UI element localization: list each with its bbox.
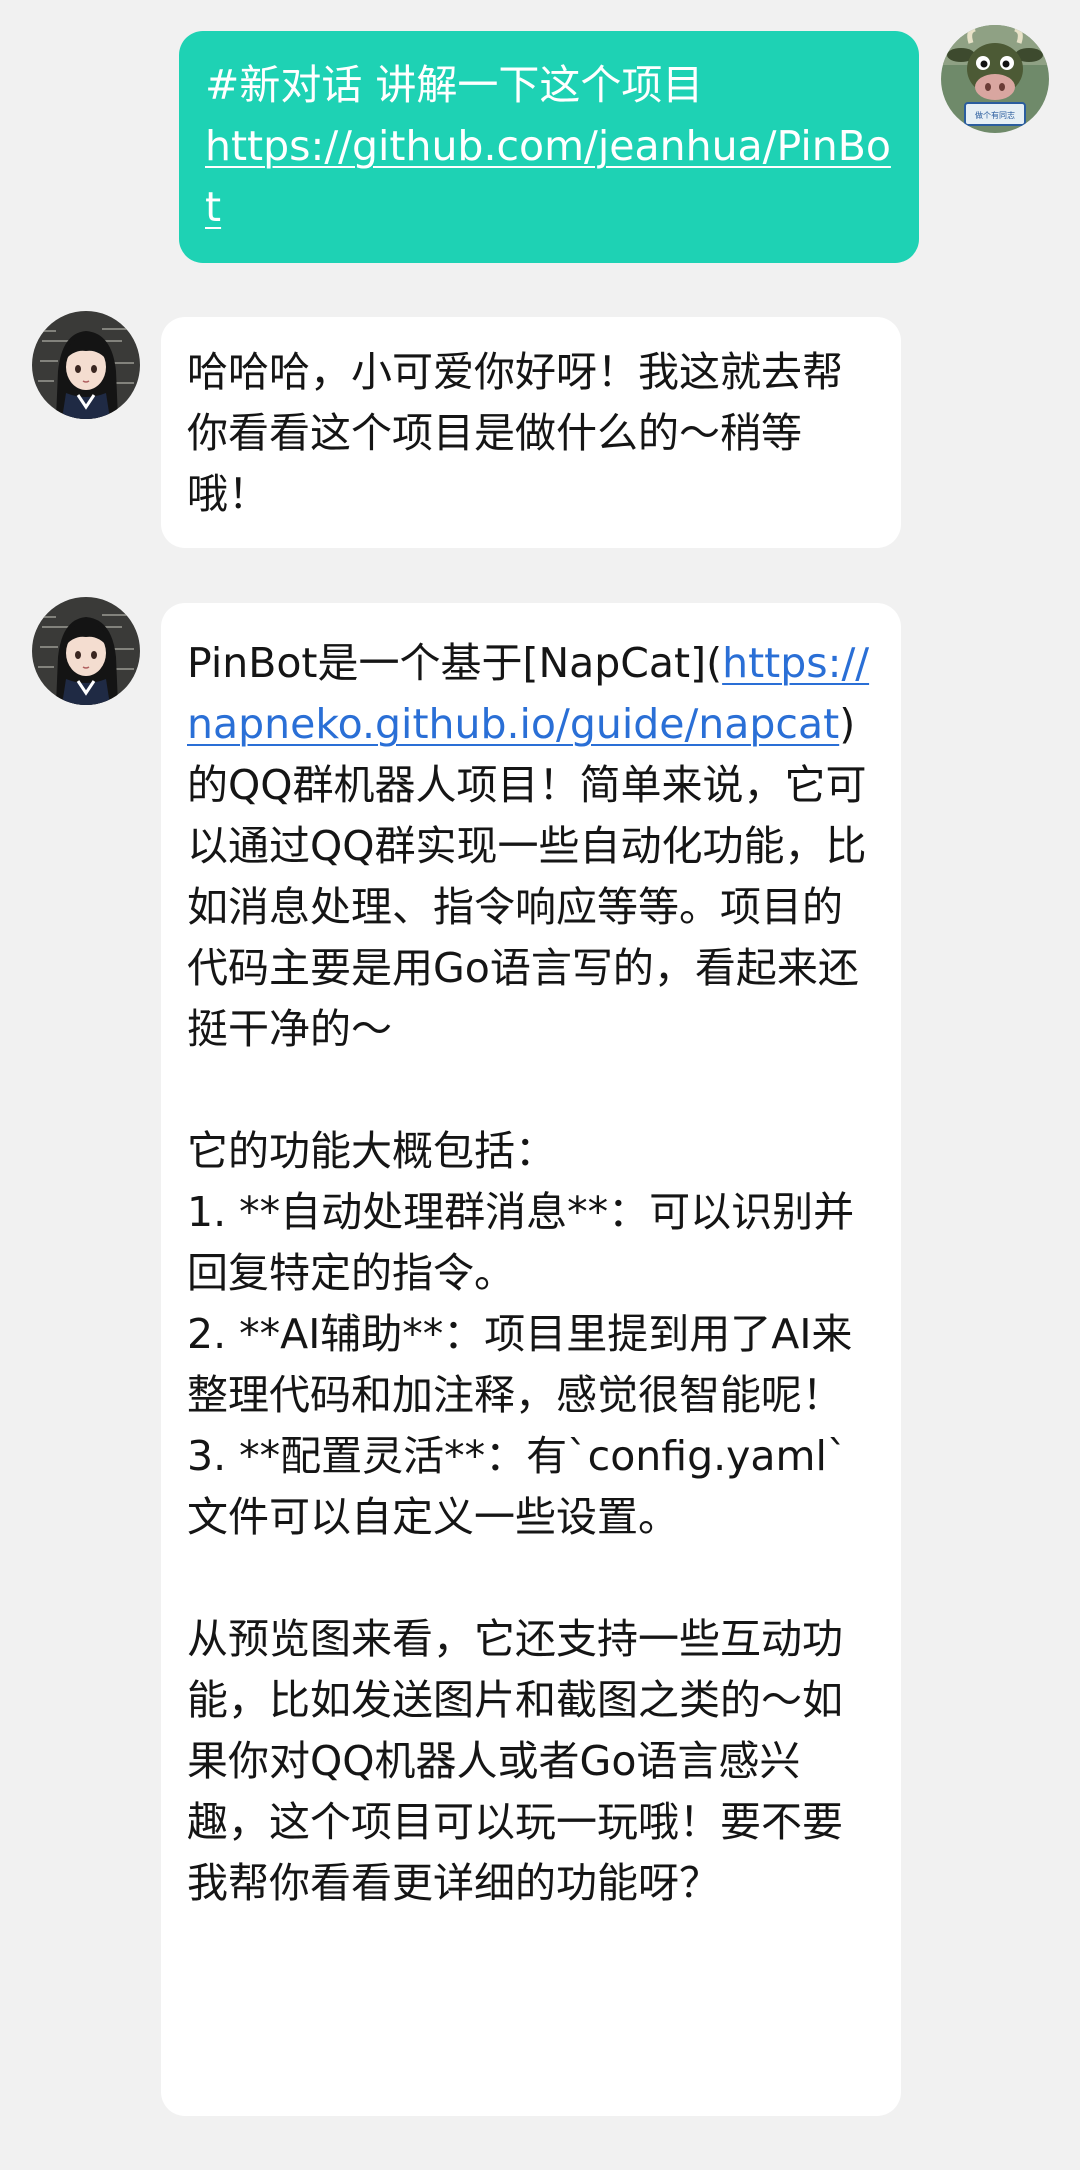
user-avatar[interactable]: 做个有同志 <box>941 25 1049 133</box>
avatar-sign-text: 做个有同志 <box>975 110 1015 120</box>
user-message-text: #新对话 讲解一下这个项目 <box>205 61 704 109</box>
bot-greeting-text: 哈哈哈，小可爱你好呀！我这就去帮你看看这个项目是做什么的～稍等哦！ <box>187 348 843 518</box>
cow-avatar-icon: 做个有同志 <box>941 25 1049 133</box>
bot-message-bubble[interactable]: PinBot是一个基于[NapCat](https://napneko.gith… <box>161 603 901 2116</box>
anime-girl-avatar-icon <box>32 597 140 705</box>
github-link[interactable]: https://github.com/jeanhua/PinBot <box>205 122 891 231</box>
anime-girl-avatar-icon <box>32 311 140 419</box>
bot-avatar[interactable] <box>32 597 140 705</box>
bot-avatar[interactable] <box>32 311 140 419</box>
bot-answer-text-before: PinBot是一个基于[NapCat]( <box>187 639 723 687</box>
user-message-bubble[interactable]: #新对话 讲解一下这个项目 https://github.com/jeanhua… <box>179 31 919 263</box>
bot-answer-text-after: )的QQ群机器人项目！简单来说，它可以通过QQ群实现一些自动化功能，比如消息处理… <box>187 700 867 1907</box>
bot-message-bubble[interactable]: 哈哈哈，小可爱你好呀！我这就去帮你看看这个项目是做什么的～稍等哦！ <box>161 317 901 548</box>
